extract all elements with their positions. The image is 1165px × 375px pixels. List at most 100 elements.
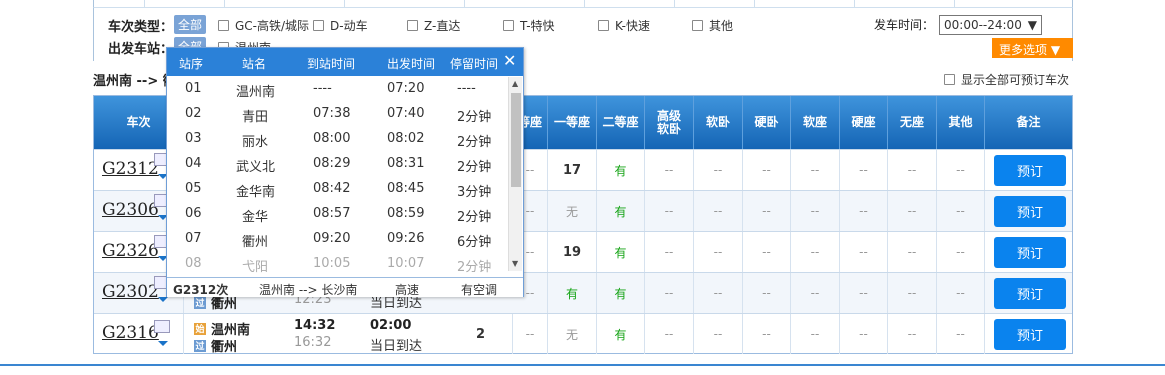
popup-route: 温州南 --> 长沙南 <box>259 283 358 297</box>
stop-row: 08 弋阳 10:05 10:07 2分钟 <box>167 252 507 277</box>
book-button[interactable]: 预订 <box>994 278 1066 309</box>
seat-cell: -- <box>694 150 743 190</box>
stop-seq: 08 <box>185 256 202 271</box>
popup-col-arrive: 到站时间 <box>307 57 356 71</box>
seat-cell: -- <box>888 150 937 190</box>
seat-cell: -- <box>888 191 937 231</box>
scroll-up-icon[interactable]: ▲ <box>512 79 518 88</box>
stop-name: 弋阳 <box>242 260 269 275</box>
stop-name: 武义北 <box>236 160 276 175</box>
seat-cell: -- <box>937 150 985 190</box>
stop-row: 06 金华 08:57 08:59 2分钟 <box>167 202 507 227</box>
seat-cell: -- <box>888 314 937 354</box>
type-checkbox-z[interactable]: Z-直达 <box>407 17 460 34</box>
stop-list-popup: 站序 站名 到站时间 出发时间 停留时间 ✕ 01 温州南 ---- 07:20 ---… <box>166 47 524 297</box>
stop-name: 温州南 <box>236 85 276 100</box>
checkbox-icon[interactable] <box>218 20 229 31</box>
seat-cell: -- <box>888 273 937 313</box>
close-icon[interactable]: ✕ <box>503 51 516 70</box>
seat-cell: -- <box>694 232 743 272</box>
seat-cell: -- <box>791 273 840 313</box>
checkbox-icon[interactable] <box>598 20 609 31</box>
popup-scrollbar[interactable]: ▲ ▼ <box>508 77 522 271</box>
train-number-link[interactable]: G2316 <box>102 323 159 343</box>
popup-header: 站序 站名 到站时间 出发时间 停留时间 <box>167 48 523 76</box>
stop-depart: 09:26 <box>387 231 425 246</box>
seat-cell: -- <box>840 232 888 272</box>
book-button[interactable]: 预订 <box>994 196 1066 227</box>
seat-cell: -- <box>840 150 888 190</box>
scroll-thumb[interactable] <box>511 93 521 187</box>
first-class-seat-cell: 有 <box>548 273 597 313</box>
stop-stay: 6分钟 <box>457 235 492 250</box>
to-station-name: 衢州 <box>211 340 238 355</box>
duration: 02:00 <box>370 318 412 333</box>
expand-arrow-icon[interactable] <box>158 297 168 302</box>
dropdown-arrow-icon: ▼ <box>1050 43 1061 57</box>
book-button[interactable]: 预订 <box>994 237 1066 268</box>
depart-time-select[interactable]: 00:00--24:00 ▼ <box>939 15 1042 35</box>
type-checkbox-t[interactable]: T-特快 <box>503 17 555 34</box>
business-seat-cell: -- <box>513 314 548 354</box>
book-button[interactable]: 预订 <box>994 319 1066 350</box>
seat-cell: -- <box>743 191 791 231</box>
stop-stay: 2分钟 <box>457 260 492 275</box>
first-class-seat-cell: 无 <box>548 191 597 231</box>
stop-stay: 2分钟 <box>457 110 492 125</box>
popup-col-station: 站名 <box>242 57 267 71</box>
stop-row: 01 温州南 ---- 07:20 ---- <box>167 77 507 102</box>
more-options-button[interactable]: 更多选项 ▼ <box>992 38 1073 58</box>
stop-depart: 08:59 <box>387 206 425 221</box>
header-other: 其他 <box>937 96 985 149</box>
train-info-icon[interactable] <box>154 320 170 333</box>
stop-seq: 04 <box>185 156 202 171</box>
header-remarks: 备注 <box>1016 115 1041 129</box>
book-button[interactable]: 预订 <box>994 155 1066 186</box>
seat-cell: -- <box>645 314 694 354</box>
type-checkbox-k[interactable]: K-快速 <box>598 17 650 34</box>
seat-cell: -- <box>743 314 791 354</box>
stop-seq: 01 <box>185 81 202 96</box>
checkbox-icon[interactable] <box>503 20 514 31</box>
pass-station-icon: 过 <box>194 339 206 352</box>
stop-row: 05 金华南 08:42 08:45 3分钟 <box>167 177 507 202</box>
stop-arrive: 08:57 <box>313 206 351 221</box>
train-number-link[interactable]: G2326 <box>102 241 159 261</box>
seat-cell: -- <box>840 273 888 313</box>
train-number-link[interactable]: G2302 <box>102 282 159 302</box>
expand-arrow-icon[interactable] <box>158 341 168 346</box>
seat-cell: -- <box>645 273 694 313</box>
seat-cell: -- <box>937 191 985 231</box>
checkbox-icon[interactable] <box>692 20 703 31</box>
train-number-link[interactable]: G2306 <box>102 200 159 220</box>
scroll-down-icon[interactable]: ▼ <box>512 259 518 268</box>
popup-col-depart: 出发时间 <box>387 57 436 71</box>
stop-depart: 07:20 <box>387 81 425 96</box>
stop-stay: 2分钟 <box>457 210 492 225</box>
seat-cell: -- <box>937 232 985 272</box>
stop-seq: 03 <box>185 131 202 146</box>
checkbox-icon[interactable] <box>407 20 418 31</box>
train-number-link[interactable]: G2312 <box>102 159 159 179</box>
stop-seq: 02 <box>185 106 202 121</box>
second-class-seat-cell: 有 <box>597 191 645 231</box>
arrive-time: 16:32 <box>294 335 332 350</box>
seat-cell: -- <box>791 150 840 190</box>
checkbox-icon[interactable] <box>313 20 324 31</box>
checkbox-icon[interactable] <box>944 74 955 85</box>
table-row: G2316 始温州南过衢州 14:32 16:32 02:00 当日到达 2 -- 无有 -- --… <box>94 313 1072 355</box>
seat-cell: -- <box>888 232 937 272</box>
popup-col-seq: 站序 <box>179 57 204 71</box>
all-types-button[interactable]: 全部 <box>174 15 207 34</box>
type-checkbox-gc[interactable]: GC-高铁/城际 <box>218 17 309 34</box>
header-hard-sleeper: 硬卧 <box>743 96 791 149</box>
type-checkbox-other[interactable]: 其他 <box>692 17 733 34</box>
type-checkbox-d[interactable]: D-动车 <box>313 17 368 34</box>
popup-footer: G2312次 温州南 --> 长沙南 高速 有空调 <box>167 277 523 297</box>
stop-name: 丽水 <box>242 135 269 150</box>
show-all-checkbox[interactable]: 显示全部可预订车次 <box>944 71 1069 88</box>
second-class-seat-cell: 有 <box>597 273 645 313</box>
stop-seq: 05 <box>185 181 202 196</box>
seat-cell: -- <box>791 232 840 272</box>
second-class-seat-cell: 有 <box>597 150 645 190</box>
